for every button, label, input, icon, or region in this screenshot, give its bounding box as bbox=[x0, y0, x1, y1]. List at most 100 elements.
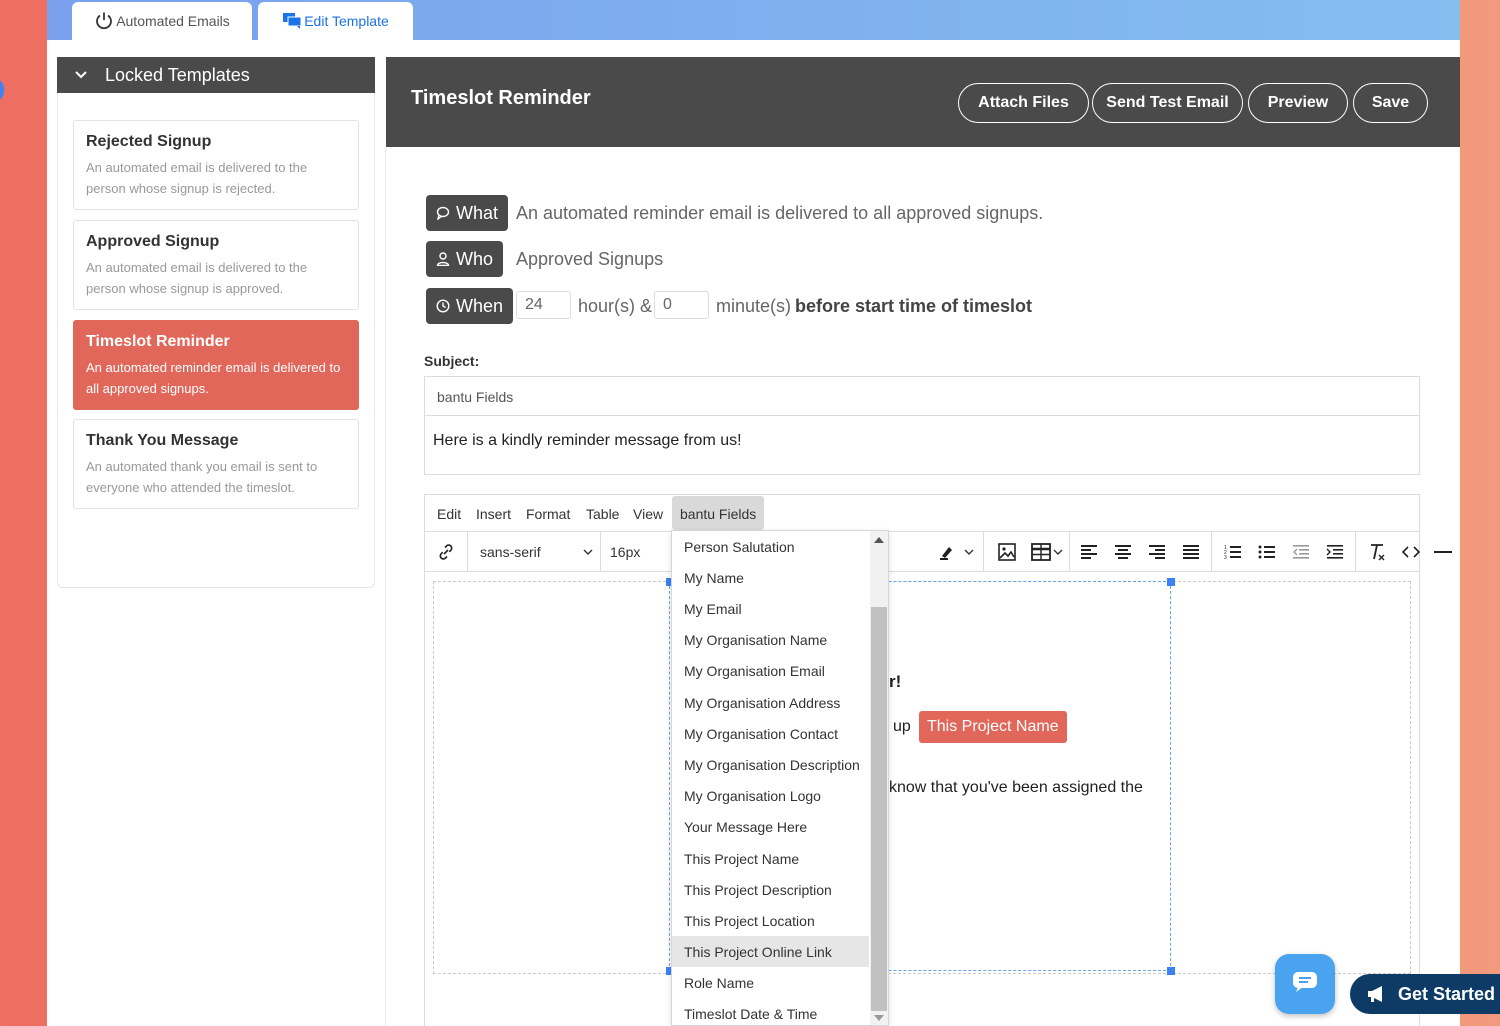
align-justify-icon[interactable] bbox=[1177, 532, 1205, 571]
page-title: Timeslot Reminder bbox=[411, 87, 591, 109]
send-test-email-button[interactable]: Send Test Email bbox=[1092, 83, 1243, 123]
indent-icon[interactable] bbox=[1321, 532, 1349, 571]
divider bbox=[425, 415, 1419, 416]
template-description: An automated email is delivered to the p… bbox=[86, 160, 308, 196]
scroll-down-arrow-icon[interactable] bbox=[874, 1015, 884, 1021]
subject-editor[interactable]: bantu Fields Here is a kindly reminder m… bbox=[424, 376, 1420, 475]
locked-templates-header[interactable]: Locked Templates bbox=[57, 57, 375, 93]
chevron-down-icon[interactable] bbox=[1051, 532, 1065, 571]
font-family-select[interactable]: sans-serif bbox=[480, 544, 541, 560]
template-card-timeslot-reminder[interactable]: Timeslot Reminder An automated reminder … bbox=[73, 320, 359, 410]
link-icon[interactable] bbox=[433, 532, 459, 571]
chevron-down-icon[interactable] bbox=[961, 532, 977, 571]
body-editor: Edit Insert Format Table View bantu Fiel… bbox=[424, 494, 1452, 1026]
dropdown-scrollbar-thumb[interactable] bbox=[871, 607, 887, 1011]
subject-label: Subject: bbox=[424, 353, 480, 369]
template-header: Timeslot Reminder Attach Files Send Test… bbox=[386, 57, 1460, 147]
menu-insert[interactable]: Insert bbox=[476, 506, 511, 522]
resize-handle[interactable] bbox=[1167, 967, 1175, 975]
tab-label: Automated Emails bbox=[116, 13, 230, 29]
hours-input[interactable]: 24 bbox=[516, 291, 571, 319]
align-left-icon[interactable] bbox=[1075, 532, 1103, 571]
menu-format[interactable]: Format bbox=[526, 506, 570, 522]
save-button[interactable]: Save bbox=[1353, 83, 1428, 123]
toolbar-divider bbox=[467, 532, 468, 571]
template-card-rejected-signup[interactable]: Rejected Signup An automated email is de… bbox=[73, 120, 359, 210]
dropdown-item-role-name[interactable]: Role Name bbox=[672, 967, 869, 998]
who-text: Approved Signups bbox=[516, 249, 664, 269]
power-icon bbox=[94, 11, 114, 31]
toolbar-divider bbox=[1069, 532, 1070, 571]
menu-edit[interactable]: Edit bbox=[437, 506, 461, 522]
dropdown-item-my-organisation-description[interactable]: My Organisation Description bbox=[672, 749, 869, 780]
subject-input[interactable]: Here is a kindly reminder message from u… bbox=[433, 432, 742, 450]
tab-edit-template[interactable]: Edit Template bbox=[258, 2, 413, 40]
font-size-select[interactable]: 16px bbox=[610, 544, 640, 560]
dropdown-item-my-organisation-email[interactable]: My Organisation Email bbox=[672, 655, 869, 686]
dropdown-item-this-project-name[interactable]: This Project Name bbox=[672, 843, 869, 874]
chevron-down-icon[interactable] bbox=[580, 532, 596, 571]
outdent-icon[interactable] bbox=[1287, 532, 1315, 571]
resize-handle[interactable] bbox=[1167, 578, 1175, 586]
align-center-icon[interactable] bbox=[1109, 532, 1137, 571]
subject-fields-menu[interactable]: bantu Fields bbox=[437, 389, 513, 405]
template-card-approved-signup[interactable]: Approved Signup An automated email is de… bbox=[73, 220, 359, 310]
project-name-field-chip[interactable]: This Project Name bbox=[919, 711, 1067, 743]
bullet-list-icon[interactable] bbox=[1253, 532, 1281, 571]
hours-label: hour(s) & bbox=[578, 296, 653, 316]
highlight-color-icon[interactable] bbox=[935, 532, 959, 571]
tab-automated-emails[interactable]: Automated Emails bbox=[72, 2, 252, 40]
dropdown-item-timeslot-date-time[interactable]: Timeslot Date & Time bbox=[672, 998, 869, 1025]
chevron-down-icon bbox=[75, 71, 87, 79]
body-text-fragment: know that you've been assigned the bbox=[889, 779, 1143, 796]
dropdown-item-my-organisation-contact[interactable]: My Organisation Contact bbox=[672, 718, 869, 749]
dropdown-item-my-organisation-address[interactable]: My Organisation Address bbox=[672, 687, 869, 718]
dropdown-item-this-project-online-link[interactable]: This Project Online Link bbox=[672, 936, 869, 967]
minutes-input[interactable]: 0 bbox=[654, 291, 709, 319]
template-title: Approved Signup bbox=[86, 233, 220, 250]
column-divider bbox=[385, 148, 386, 1026]
what-label: What bbox=[456, 202, 499, 223]
dropdown-item-this-project-location[interactable]: This Project Location bbox=[672, 905, 869, 936]
dropdown-item-my-email[interactable]: My Email bbox=[672, 593, 869, 624]
dropdown-item-my-name[interactable]: My Name bbox=[672, 562, 869, 593]
menu-view[interactable]: View bbox=[633, 506, 663, 522]
menu-bantu-fields[interactable]: bantu Fields bbox=[672, 496, 765, 530]
when-label: When bbox=[456, 295, 504, 316]
toolbar-divider bbox=[600, 532, 601, 571]
dropdown-item-this-project-description[interactable]: This Project Description bbox=[672, 874, 869, 905]
template-description: An automated thank you email is sent to … bbox=[86, 459, 318, 495]
get-started-button[interactable]: Get Started bbox=[1350, 974, 1500, 1014]
source-code-icon[interactable] bbox=[1397, 532, 1425, 571]
horizontal-rule-icon[interactable] bbox=[1429, 532, 1457, 571]
clear-formatting-icon[interactable] bbox=[1363, 532, 1391, 571]
body-text-fragment: up bbox=[893, 718, 911, 735]
template-description: An automated email is delivered to the p… bbox=[86, 260, 308, 296]
megaphone-icon bbox=[1366, 985, 1386, 1003]
what-badge: What bbox=[426, 195, 509, 231]
menu-table[interactable]: Table bbox=[586, 506, 619, 522]
when-suffix: before start time of timeslot bbox=[795, 296, 1033, 316]
dropdown-item-my-organisation-name[interactable]: My Organisation Name bbox=[672, 624, 869, 655]
get-started-label: Get Started bbox=[1398, 983, 1496, 1004]
sidebar-header-label: Locked Templates bbox=[105, 64, 250, 85]
chat-widget-button[interactable] bbox=[1275, 954, 1335, 1014]
template-title: Rejected Signup bbox=[86, 133, 212, 150]
attach-files-button[interactable]: Attach Files bbox=[958, 83, 1089, 123]
dropdown-item-my-organisation-logo[interactable]: My Organisation Logo bbox=[672, 780, 869, 811]
toolbar-divider bbox=[1355, 532, 1356, 571]
align-right-icon[interactable] bbox=[1143, 532, 1171, 571]
who-badge: Who bbox=[426, 241, 504, 277]
image-icon[interactable] bbox=[993, 532, 1021, 571]
template-card-thank-you-message[interactable]: Thank You Message An automated thank you… bbox=[73, 419, 359, 509]
speech-bubble-icon bbox=[436, 206, 450, 220]
toolbar-divider bbox=[1211, 532, 1212, 571]
scroll-up-arrow-icon[interactable] bbox=[874, 537, 884, 543]
dropdown-item-person-salutation[interactable]: Person Salutation bbox=[672, 531, 869, 562]
edge-indicator bbox=[0, 80, 4, 100]
editor-toolbar: sans-serif 16px 1 2 3 bbox=[425, 532, 1452, 572]
numbered-list-icon[interactable]: 123 bbox=[1219, 532, 1247, 571]
dropdown-item-your-message-here[interactable]: Your Message Here bbox=[672, 811, 869, 842]
preview-button[interactable]: Preview bbox=[1248, 83, 1348, 123]
template-title: Timeslot Reminder bbox=[86, 333, 230, 350]
